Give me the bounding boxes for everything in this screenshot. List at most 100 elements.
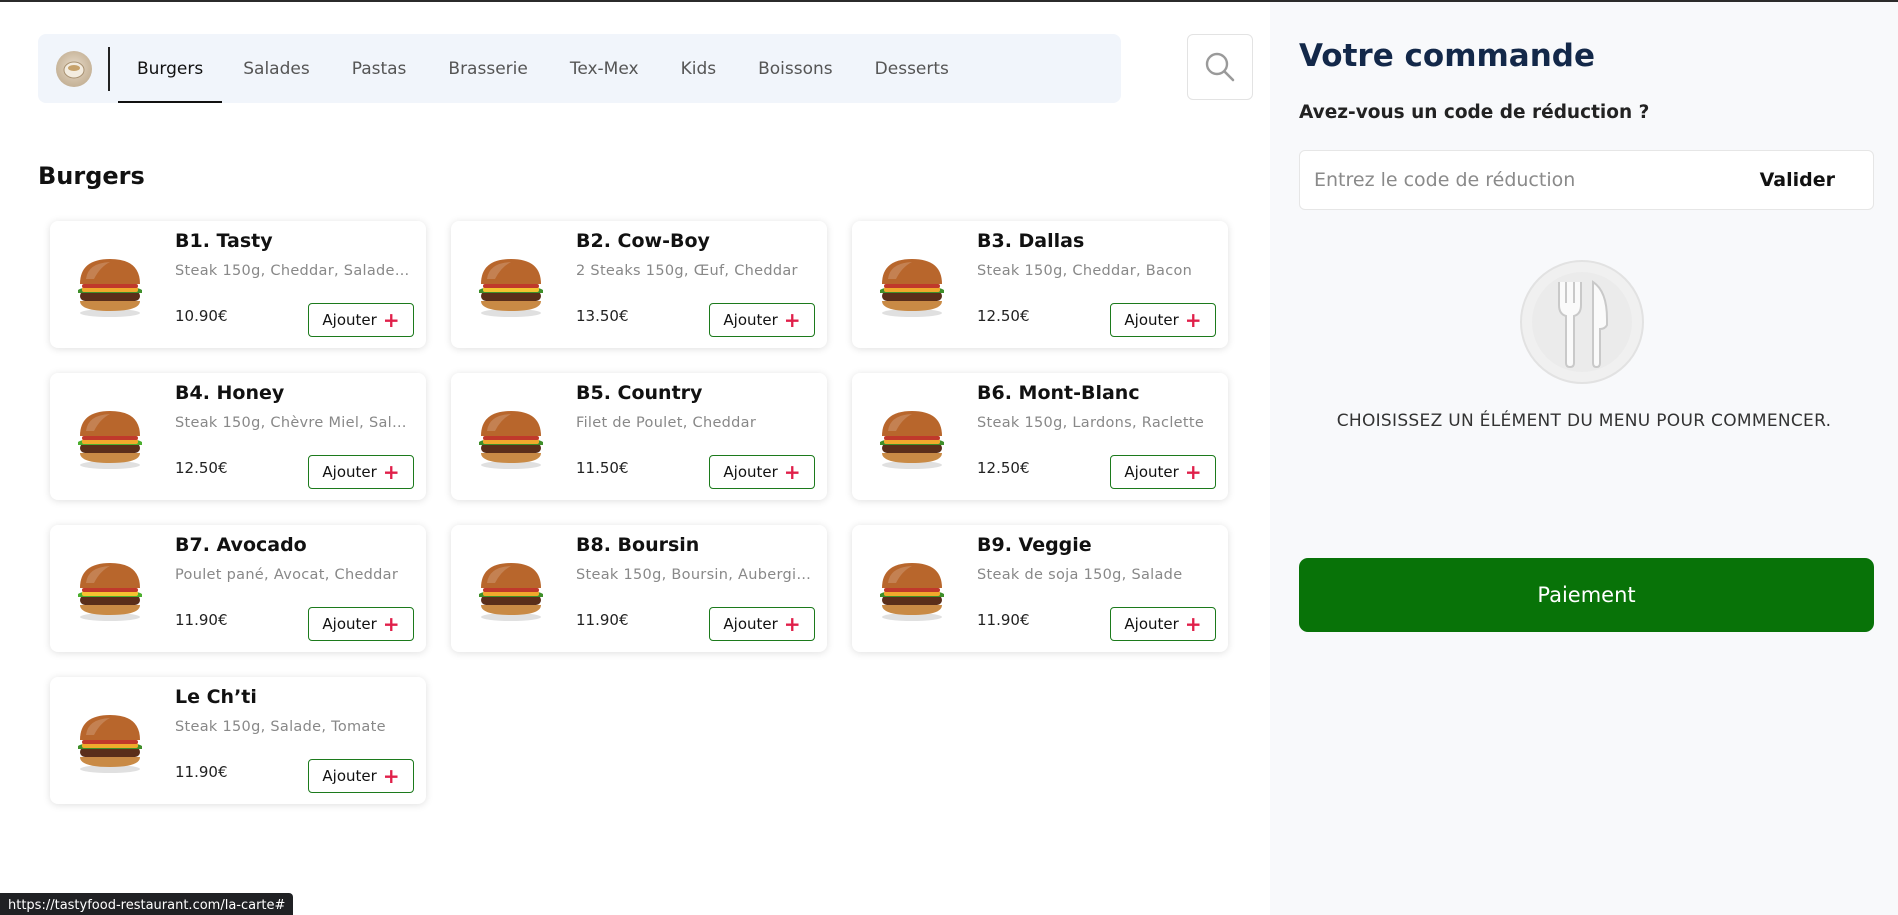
plus-icon: + bbox=[382, 764, 400, 788]
product-card[interactable]: B1. Tasty Steak 150g, Cheddar, Salade, T… bbox=[50, 221, 426, 348]
product-name: B9. Veggie bbox=[977, 534, 1092, 556]
product-price: 10.90€ bbox=[175, 307, 228, 325]
plus-icon: + bbox=[783, 308, 801, 332]
product-name: B1. Tasty bbox=[175, 230, 273, 252]
product-description: Steak 150g, Cheddar, Salade, Tomate bbox=[175, 263, 411, 279]
product-description: Steak 150g, Cheddar, Bacon bbox=[977, 263, 1193, 279]
product-price: 12.50€ bbox=[977, 459, 1030, 477]
product-description: Poulet pané, Avocat, Cheddar bbox=[175, 567, 399, 583]
tab-tex-mex[interactable]: Tex-Mex bbox=[549, 34, 660, 103]
burger-image bbox=[872, 249, 952, 321]
add-to-order-button[interactable]: Ajouter + bbox=[1110, 455, 1216, 489]
burger-image bbox=[70, 553, 150, 625]
product-price: 12.50€ bbox=[977, 307, 1030, 325]
order-title: Votre commande bbox=[1299, 38, 1595, 74]
product-name: B3. Dallas bbox=[977, 230, 1085, 252]
product-price: 11.90€ bbox=[175, 611, 228, 629]
add-to-order-button[interactable]: Ajouter + bbox=[308, 303, 414, 337]
product-name: B6. Mont-Blanc bbox=[977, 382, 1140, 404]
fork-knife-icon bbox=[1519, 259, 1645, 385]
product-description: Steak 150g, Boursin, Aubergine bbox=[576, 567, 812, 583]
empty-order-message: CHOISISSEZ UN ÉLÉMENT DU MENU POUR COMME… bbox=[1336, 411, 1832, 431]
product-description: 2 Steaks 150g, Œuf, Cheddar bbox=[576, 263, 798, 279]
product-card[interactable]: B5. Country Filet de Poulet, Cheddar 11.… bbox=[451, 373, 827, 500]
search-button[interactable] bbox=[1187, 34, 1253, 100]
product-price: 11.50€ bbox=[576, 459, 629, 477]
logo-mark bbox=[63, 61, 85, 78]
tab-desserts[interactable]: Desserts bbox=[854, 34, 970, 103]
product-description: Filet de Poulet, Cheddar bbox=[576, 415, 757, 431]
tab-kids[interactable]: Kids bbox=[660, 34, 738, 103]
order-panel: Votre commande Avez-vous un code de rédu… bbox=[1270, 2, 1898, 915]
product-description: Steak de soja 150g, Salade bbox=[977, 567, 1183, 583]
payment-button[interactable]: Paiement bbox=[1299, 558, 1874, 632]
product-price: 11.90€ bbox=[977, 611, 1030, 629]
add-to-order-button[interactable]: Ajouter + bbox=[1110, 303, 1216, 337]
tab-boissons[interactable]: Boissons bbox=[737, 34, 854, 103]
add-to-order-button[interactable]: Ajouter + bbox=[709, 303, 815, 337]
product-card[interactable]: B3. Dallas Steak 150g, Cheddar, Bacon 12… bbox=[852, 221, 1228, 348]
burger-image bbox=[70, 249, 150, 321]
add-button-label: Ajouter bbox=[1124, 311, 1179, 329]
tab-burgers[interactable]: Burgers bbox=[118, 34, 223, 103]
status-bar-url: https://tastyfood-restaurant.com/la-cart… bbox=[0, 893, 294, 915]
tab-brasserie[interactable]: Brasserie bbox=[427, 34, 548, 103]
promo-code-input[interactable] bbox=[1314, 151, 1714, 209]
add-to-order-button[interactable]: Ajouter + bbox=[709, 607, 815, 641]
product-card[interactable]: B6. Mont-Blanc Steak 150g, Lardons, Racl… bbox=[852, 373, 1228, 500]
section-title: Burgers bbox=[38, 162, 145, 190]
add-to-order-button[interactable]: Ajouter + bbox=[308, 759, 414, 793]
tab-salades[interactable]: Salades bbox=[222, 34, 330, 103]
plus-icon: + bbox=[783, 612, 801, 636]
product-card[interactable]: B7. Avocado Poulet pané, Avocat, Cheddar… bbox=[50, 525, 426, 652]
product-description: Steak 150g, Salade, Tomate bbox=[175, 719, 386, 735]
plus-icon: + bbox=[1184, 308, 1202, 332]
product-name: Le Ch’ti bbox=[175, 686, 257, 708]
plus-icon: + bbox=[1184, 612, 1202, 636]
menu-area: Burgers Salades Pastas Brasserie Tex-Mex Kids… bbox=[0, 2, 1270, 915]
product-card[interactable]: B4. Honey Steak 150g, Chèvre Miel, Salad… bbox=[50, 373, 426, 500]
product-description: Steak 150g, Chèvre Miel, Salade bbox=[175, 415, 411, 431]
product-card[interactable]: B9. Veggie Steak de soja 150g, Salade 11… bbox=[852, 525, 1228, 652]
plus-icon: + bbox=[382, 460, 400, 484]
product-description: Steak 150g, Lardons, Raclette bbox=[977, 415, 1205, 431]
restaurant-logo[interactable] bbox=[56, 50, 92, 87]
product-price: 11.90€ bbox=[576, 611, 629, 629]
product-card[interactable]: B2. Cow-Boy 2 Steaks 150g, Œuf, Cheddar … bbox=[451, 221, 827, 348]
plus-icon: + bbox=[1184, 460, 1202, 484]
add-button-label: Ajouter bbox=[322, 615, 377, 633]
promo-question: Avez-vous un code de réduction ? bbox=[1299, 102, 1650, 123]
product-card[interactable]: B8. Boursin Steak 150g, Boursin, Aubergi… bbox=[451, 525, 827, 652]
add-button-label: Ajouter bbox=[723, 311, 778, 329]
add-button-label: Ajouter bbox=[723, 463, 778, 481]
burger-image bbox=[471, 401, 551, 473]
add-to-order-button[interactable]: Ajouter + bbox=[709, 455, 815, 489]
plus-icon: + bbox=[382, 308, 400, 332]
add-button-label: Ajouter bbox=[322, 311, 377, 329]
category-tabs: Burgers Salades Pastas Brasserie Tex-Mex Kids… bbox=[110, 34, 970, 103]
product-price: 11.90€ bbox=[175, 763, 228, 781]
burger-image bbox=[872, 401, 952, 473]
product-name: B4. Honey bbox=[175, 382, 285, 404]
product-name: B8. Boursin bbox=[576, 534, 700, 556]
tab-pastas[interactable]: Pastas bbox=[331, 34, 428, 103]
search-icon bbox=[1205, 52, 1235, 82]
product-card[interactable]: Le Ch’ti Steak 150g, Salade, Tomate 11.9… bbox=[50, 677, 426, 804]
burger-image bbox=[872, 553, 952, 625]
product-price: 13.50€ bbox=[576, 307, 629, 325]
add-to-order-button[interactable]: Ajouter + bbox=[1110, 607, 1216, 641]
burger-image bbox=[70, 705, 150, 777]
add-to-order-button[interactable]: Ajouter + bbox=[308, 455, 414, 489]
promo-validate-button[interactable]: Valider bbox=[1760, 151, 1835, 209]
product-name: B7. Avocado bbox=[175, 534, 307, 556]
add-button-label: Ajouter bbox=[1124, 615, 1179, 633]
add-button-label: Ajouter bbox=[723, 615, 778, 633]
add-button-label: Ajouter bbox=[322, 767, 377, 785]
add-button-label: Ajouter bbox=[322, 463, 377, 481]
add-to-order-button[interactable]: Ajouter + bbox=[308, 607, 414, 641]
promo-code-box: Valider bbox=[1299, 150, 1874, 210]
product-name: B5. Country bbox=[576, 382, 703, 404]
add-button-label: Ajouter bbox=[1124, 463, 1179, 481]
plus-icon: + bbox=[783, 460, 801, 484]
burger-image bbox=[471, 249, 551, 321]
